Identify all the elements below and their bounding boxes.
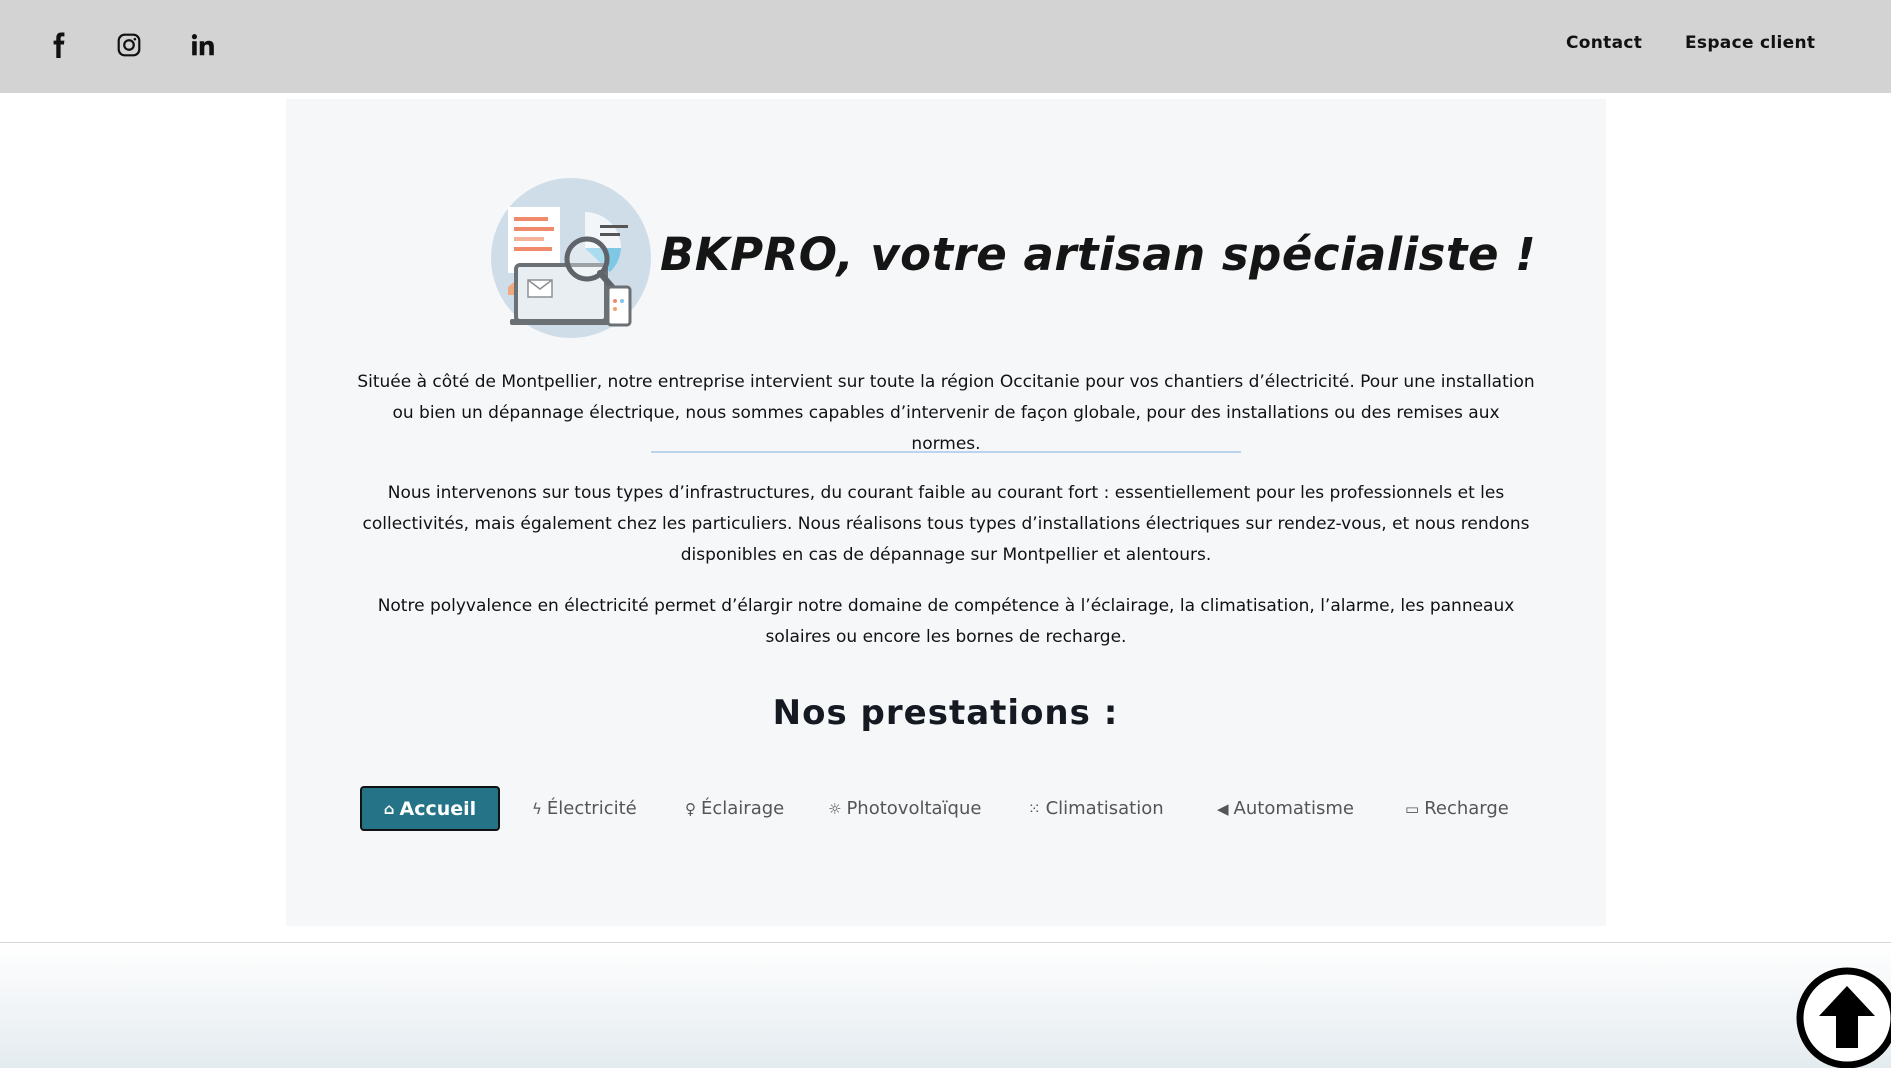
linkedin-icon[interactable] xyxy=(186,28,220,62)
divider xyxy=(651,451,1241,453)
nav-contact-link[interactable]: Contact xyxy=(1566,33,1642,53)
tab-automatisme[interactable]: ◀ Automatisme xyxy=(1217,786,1354,831)
tab-label: Électricité xyxy=(546,798,637,819)
tab-label: Accueil xyxy=(399,797,477,820)
arrow-up-circle-icon[interactable] xyxy=(1795,966,1891,1068)
tab-recharge[interactable]: ▭ Recharge xyxy=(1405,786,1509,831)
intro-paragraph: Située à côté de Montpellier, notre entr… xyxy=(357,372,1535,454)
tab-label: Automatisme xyxy=(1233,798,1354,819)
tab-eclairage[interactable]: ♀ Éclairage xyxy=(685,786,784,831)
facebook-icon[interactable] xyxy=(42,28,76,62)
instagram-icon[interactable] xyxy=(112,28,146,62)
infrastructure-paragraph: Nous intervenons sur tous types d’infras… xyxy=(362,483,1530,565)
tab-label: Éclairage xyxy=(701,798,785,819)
top-bar: Contact Espace client xyxy=(0,0,1891,93)
tab-label: Recharge xyxy=(1424,798,1509,819)
tab-climatisation[interactable]: ⁙ Climatisation xyxy=(1028,786,1164,831)
battery-icon: ▭ xyxy=(1405,799,1420,818)
analytics-illustration xyxy=(490,177,652,339)
home-icon: ⌂ xyxy=(383,799,395,818)
tab-label: Climatisation xyxy=(1045,798,1164,819)
services-title: Nos prestations : xyxy=(772,693,1119,733)
sun-icon: ☼ xyxy=(828,799,842,818)
grid-icon: ⁙ xyxy=(1028,799,1041,818)
versatility-paragraph: Notre polyvalence en électricité permet … xyxy=(377,596,1515,647)
megaphone-icon: ◀ xyxy=(1217,799,1229,818)
tab-accueil[interactable]: ⌂ Accueil xyxy=(360,786,500,831)
lightbulb-icon: ♀ xyxy=(685,799,696,818)
tab-electricite[interactable]: ϟ Électricité xyxy=(532,786,637,831)
page-title: BKPRO, votre artisan spécialiste ! xyxy=(660,228,1537,281)
tab-photovoltaique[interactable]: ☼ Photovoltaïque xyxy=(828,786,981,831)
nav-espace-client-link[interactable]: Espace client xyxy=(1685,33,1815,53)
footer xyxy=(0,943,1891,1068)
bolt-icon: ϟ xyxy=(532,799,542,818)
tab-label: Photovoltaïque xyxy=(846,798,982,819)
